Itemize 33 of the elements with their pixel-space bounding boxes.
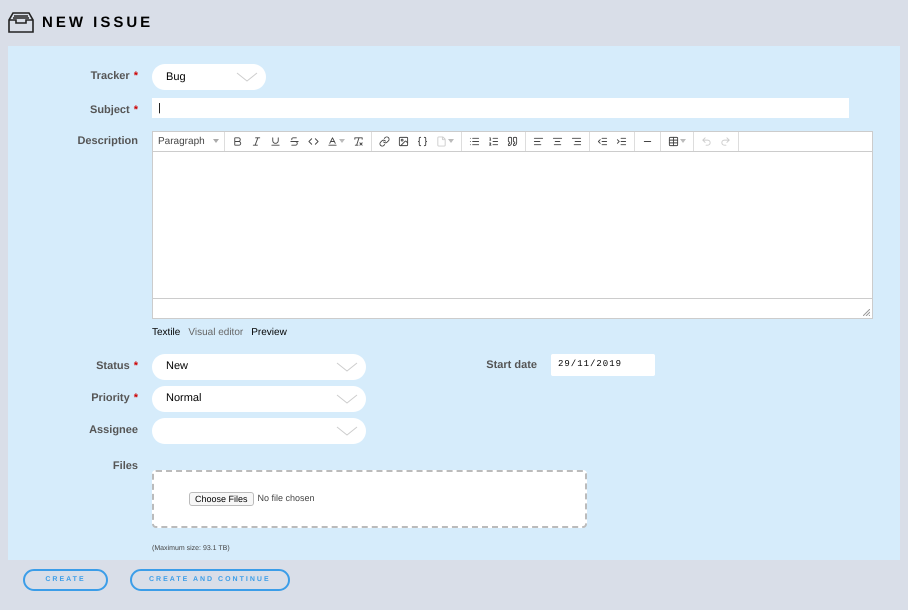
file-dropzone[interactable]: Choose Files No file chosen: [152, 470, 587, 528]
field-label: Files: [112, 458, 138, 474]
paragraph-dropdown[interactable]: Paragraph: [153, 132, 225, 150]
required-mark: *: [134, 358, 138, 374]
chevron-down-icon: [336, 362, 358, 372]
required-mark: *: [134, 103, 138, 118]
field-label: Start date: [486, 358, 537, 372]
choose-files-button[interactable]: Choose Files: [189, 492, 254, 506]
select-field[interactable]: Normal: [152, 386, 366, 412]
field-label: Subject: [90, 103, 130, 118]
chevron-down-icon: [336, 426, 358, 436]
select-field[interactable]: [152, 418, 366, 444]
select-field[interactable]: Bug: [152, 64, 266, 90]
inbox-tray-icon: [8, 12, 34, 34]
field-label: Description: [77, 134, 138, 148]
editor-tab[interactable]: Visual editor: [188, 324, 244, 340]
page-title: NEW ISSUE: [42, 12, 154, 33]
chevron-down-icon: [336, 394, 358, 404]
date-field[interactable]: 29/11/2019: [551, 354, 655, 376]
file-status-text: No file chosen: [258, 492, 315, 505]
subject-field[interactable]: |: [152, 98, 849, 118]
editor-tab[interactable]: Textile: [152, 324, 180, 340]
resize-handle-icon[interactable]: [863, 308, 870, 316]
required-mark: *: [134, 69, 138, 84]
field-label: Assignee: [89, 422, 138, 438]
field-label: Status: [96, 358, 130, 374]
field-label: Priority: [91, 390, 130, 406]
field-label: Tracker: [90, 69, 130, 84]
editor-tab[interactable]: Preview: [251, 324, 287, 340]
caret-icon: [213, 139, 219, 143]
chevron-down-icon: [236, 72, 258, 82]
required-mark: *: [134, 390, 138, 406]
select-field[interactable]: New: [152, 354, 366, 380]
